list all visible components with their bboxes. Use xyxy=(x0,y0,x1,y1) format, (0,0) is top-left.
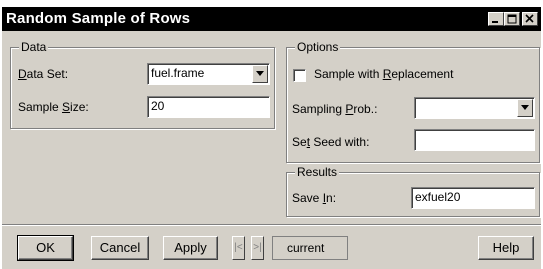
sample-size-input[interactable]: 20 xyxy=(147,96,270,118)
ok-button[interactable]: OK xyxy=(17,235,74,261)
options-legend: Options xyxy=(295,40,341,54)
title-bar[interactable]: Random Sample of Rows xyxy=(2,7,541,31)
dialog-window: Random Sample of Rows Data Data Set: fue… xyxy=(2,7,541,269)
sampling-prob-dropdown-button[interactable] xyxy=(517,99,533,117)
seed-label: Set Seed with: xyxy=(292,135,370,149)
window-title: Random Sample of Rows xyxy=(6,10,191,27)
sample-size-label: Sample Size: xyxy=(18,100,89,114)
results-legend: Results xyxy=(295,165,340,179)
replacement-label[interactable]: Sample with Replacement xyxy=(314,67,453,81)
current-indicator[interactable]: current xyxy=(272,236,348,260)
sampling-prob-dropdown[interactable] xyxy=(414,97,535,119)
cancel-button[interactable]: Cancel xyxy=(91,236,149,260)
save-in-input[interactable]: exfuel20 xyxy=(411,187,535,209)
close-button[interactable] xyxy=(522,12,538,26)
data-legend: Data xyxy=(19,40,49,54)
apply-button[interactable]: Apply xyxy=(163,236,218,260)
maximize-icon xyxy=(507,14,517,24)
close-icon xyxy=(525,14,534,23)
next-button[interactable]: >| xyxy=(251,236,264,260)
data-set-dropdown-button[interactable] xyxy=(252,65,268,83)
button-separator xyxy=(2,224,541,226)
chevron-down-icon xyxy=(256,71,264,76)
chevron-down-icon xyxy=(521,105,529,110)
minimize-icon xyxy=(492,21,498,23)
replacement-checkbox[interactable] xyxy=(293,69,306,82)
sample-size-value: 20 xyxy=(151,99,165,113)
save-in-value: exfuel20 xyxy=(415,190,461,204)
seed-input[interactable] xyxy=(414,129,535,151)
help-button[interactable]: Help xyxy=(478,236,534,260)
data-set-dropdown[interactable]: fuel.frame xyxy=(147,63,270,85)
save-in-label: Save In: xyxy=(292,191,337,205)
maximize-button[interactable] xyxy=(504,12,520,26)
prev-button[interactable]: |< xyxy=(232,236,245,260)
data-set-value: fuel.frame xyxy=(151,66,205,80)
data-set-label: Data Set: xyxy=(18,67,69,81)
minimize-button[interactable] xyxy=(488,12,504,26)
sampling-prob-label: Sampling Prob.: xyxy=(292,102,378,116)
